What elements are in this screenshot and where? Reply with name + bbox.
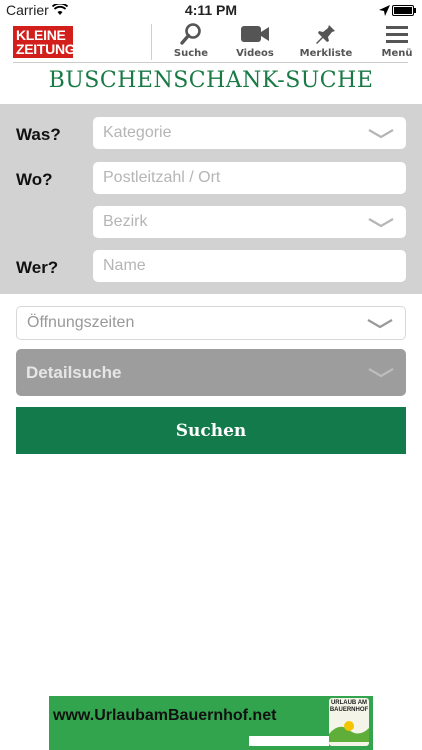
was-label: Was?	[16, 125, 61, 144]
chevron-down-icon	[368, 218, 394, 228]
nav-menu[interactable]: Menü	[367, 22, 422, 59]
nav-suche-label: Suche	[173, 48, 209, 59]
kategorie-select[interactable]: Kategorie	[93, 117, 406, 149]
nav-suche[interactable]: Suche	[161, 22, 221, 59]
ad-url: www.UrlaubamBauernhof.net	[53, 707, 277, 724]
logo-line-2: ZEITUNG	[16, 41, 76, 57]
pin-icon	[296, 22, 356, 46]
nav-videos-label: Videos	[236, 48, 274, 59]
chevron-down-icon	[368, 129, 394, 139]
suchen-button[interactable]: Suchen	[16, 407, 406, 454]
farm-landscape-icon	[329, 721, 369, 742]
nav-merkliste-label: Merkliste	[299, 48, 353, 59]
header-rule	[13, 62, 408, 63]
oeffnungszeiten-select[interactable]: Öffnungszeiten	[16, 306, 406, 340]
name-placeholder: Name	[103, 257, 146, 274]
name-input[interactable]: Name	[93, 250, 406, 282]
kategorie-placeholder: Kategorie	[103, 124, 172, 141]
page-title: BUSCHENSCHANK-SUCHE	[48, 68, 374, 93]
hamburger-menu-icon	[367, 22, 422, 46]
wer-label: Wer?	[16, 258, 59, 277]
chevron-down-icon	[368, 368, 394, 378]
badge-text: URLAUB AM BAUERNHOF	[329, 700, 369, 713]
wo-label: Wo?	[16, 170, 53, 189]
kleine-zeitung-logo[interactable]: KLEINE ZEITUNG	[13, 26, 76, 58]
urlaub-am-bauernhof-badge: URLAUB AM BAUERNHOF	[329, 698, 369, 746]
postleitzahl-ort-input[interactable]: Postleitzahl / Ort	[93, 162, 406, 194]
top-nav: KLEINE ZEITUNG Suche Videos Merkliste Me…	[0, 20, 422, 62]
detailsuche-label: Detailsuche	[26, 363, 122, 382]
postleitzahl-ort-placeholder: Postleitzahl / Ort	[103, 169, 221, 186]
nav-merkliste[interactable]: Merkliste	[296, 22, 356, 59]
bezirk-select[interactable]: Bezirk	[93, 206, 406, 238]
search-icon	[161, 22, 221, 46]
ad-banner[interactable]: www.UrlaubamBauernhof.net URLAUB AM BAUE…	[49, 696, 373, 750]
bezirk-placeholder: Bezirk	[103, 213, 148, 230]
location-arrow-icon	[379, 3, 390, 19]
nav-menu-label: Menü	[381, 48, 413, 59]
detailsuche-toggle[interactable]: Detailsuche	[16, 349, 406, 396]
video-camera-icon	[225, 22, 285, 46]
battery-icon	[392, 5, 416, 16]
nav-videos[interactable]: Videos	[225, 22, 285, 59]
chevron-down-icon	[367, 319, 393, 329]
sponsor-logos-strip	[249, 736, 329, 746]
oeffnungszeiten-placeholder: Öffnungszeiten	[27, 314, 135, 331]
logo-line-1: KLEINE	[16, 27, 66, 43]
nav-divider	[151, 24, 152, 60]
status-bar: Carrier 4:11 PM	[0, 0, 422, 20]
clock: 4:11 PM	[184, 2, 238, 18]
